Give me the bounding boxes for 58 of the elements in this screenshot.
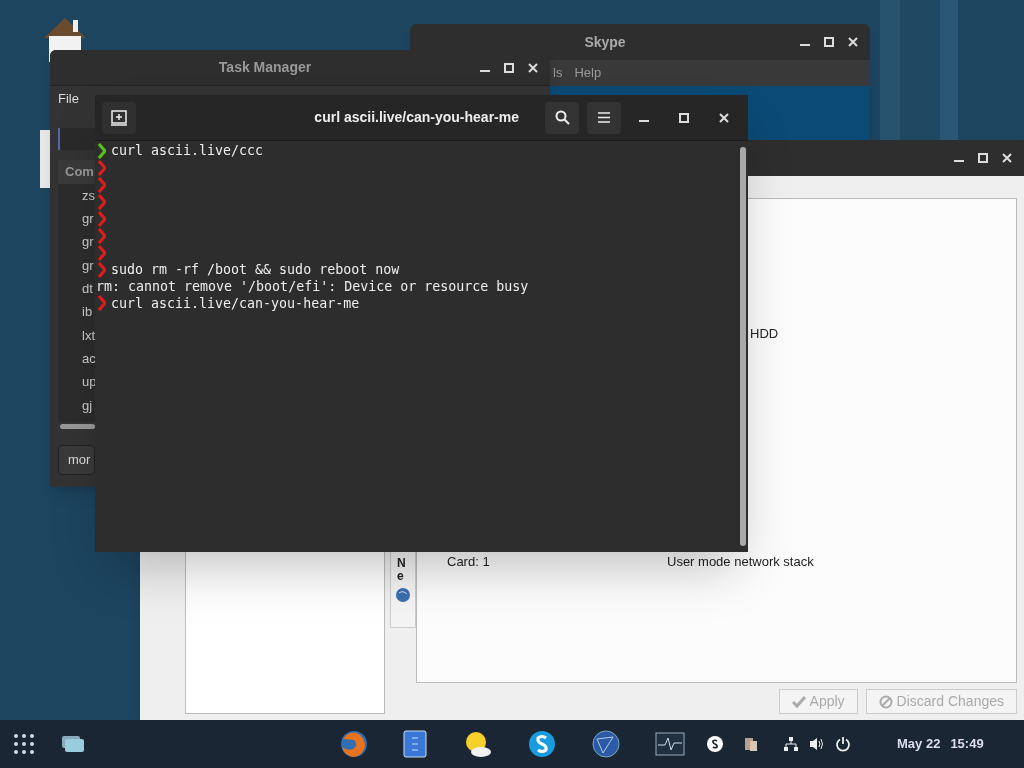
- browser-icon[interactable]: [339, 729, 369, 759]
- window-title: curl ascii.live/can-you-hear-me: [314, 108, 519, 127]
- maximize-icon[interactable]: [679, 112, 689, 123]
- menu-icon: [598, 112, 610, 123]
- close-icon[interactable]: [1002, 153, 1012, 163]
- process-name[interactable]: ib: [82, 302, 93, 322]
- process-name[interactable]: gr: [82, 209, 94, 229]
- command-text: sudo rm -rf /boot && sudo reboot now: [111, 260, 400, 279]
- search-field[interactable]: [58, 128, 95, 150]
- maximize-icon[interactable]: [824, 37, 834, 47]
- desktop-icon-tile[interactable]: [40, 130, 50, 188]
- close-icon[interactable]: [719, 112, 729, 123]
- process-name[interactable]: gj: [82, 395, 93, 416]
- clipboard-icon[interactable]: [743, 736, 759, 752]
- command-text: curl ascii.live/ccc: [111, 142, 264, 161]
- network-icon[interactable]: [783, 736, 799, 752]
- clock-text[interactable]: 15:49: [950, 734, 984, 754]
- close-icon[interactable]: [528, 62, 538, 73]
- command-text: curl ascii.live/can-you-hear-me: [111, 294, 360, 313]
- chat-tray-icon[interactable]: [707, 736, 723, 752]
- maximize-icon[interactable]: [504, 62, 514, 73]
- system-monitor-icon[interactable]: [655, 732, 685, 756]
- network-globe-icon[interactable]: [591, 729, 621, 759]
- process-name[interactable]: dt: [82, 279, 93, 299]
- search-button[interactable]: [545, 101, 579, 134]
- scrollbar[interactable]: [60, 424, 95, 429]
- menu-item[interactable]: File: [58, 89, 79, 109]
- info-text: HDD: [750, 325, 779, 343]
- process-name[interactable]: lxt: [82, 325, 95, 346]
- plus-icon: [111, 109, 127, 126]
- volume-icon[interactable]: [809, 736, 825, 752]
- more-button[interactable]: mor: [58, 445, 95, 475]
- date-text[interactable]: May 22: [897, 734, 941, 754]
- menu-button[interactable]: [587, 101, 621, 134]
- globe-icon: [395, 587, 411, 604]
- menu-item[interactable]: ls: [553, 63, 563, 83]
- power-icon[interactable]: [835, 736, 851, 752]
- close-icon[interactable]: [848, 37, 858, 47]
- process-name[interactable]: gr: [82, 255, 94, 276]
- chat-icon[interactable]: [527, 729, 557, 759]
- info-text: User mode network stack: [667, 553, 814, 571]
- search-icon: [554, 110, 570, 125]
- process-name[interactable]: zs: [82, 185, 95, 206]
- window-title: Task Manager: [218, 58, 312, 77]
- process-name[interactable]: gr: [82, 232, 94, 252]
- notes-icon[interactable]: [403, 730, 427, 758]
- new-tab-button[interactable]: [102, 101, 136, 134]
- app-grid-icon[interactable]: [14, 734, 34, 754]
- process-name[interactable]: ac: [82, 348, 96, 369]
- menu-item[interactable]: Help: [574, 63, 602, 83]
- output-text: rm: cannot remove '/boot/efi': Device or resource busy: [96, 277, 529, 296]
- window-title: Skype: [584, 32, 626, 52]
- info-text: Card: 1: [447, 553, 490, 571]
- scrollbar[interactable]: [740, 147, 746, 546]
- maximize-icon[interactable]: [978, 153, 988, 163]
- check-icon: [791, 695, 806, 708]
- cancel-icon: [878, 694, 893, 709]
- windows-icon[interactable]: [62, 736, 84, 752]
